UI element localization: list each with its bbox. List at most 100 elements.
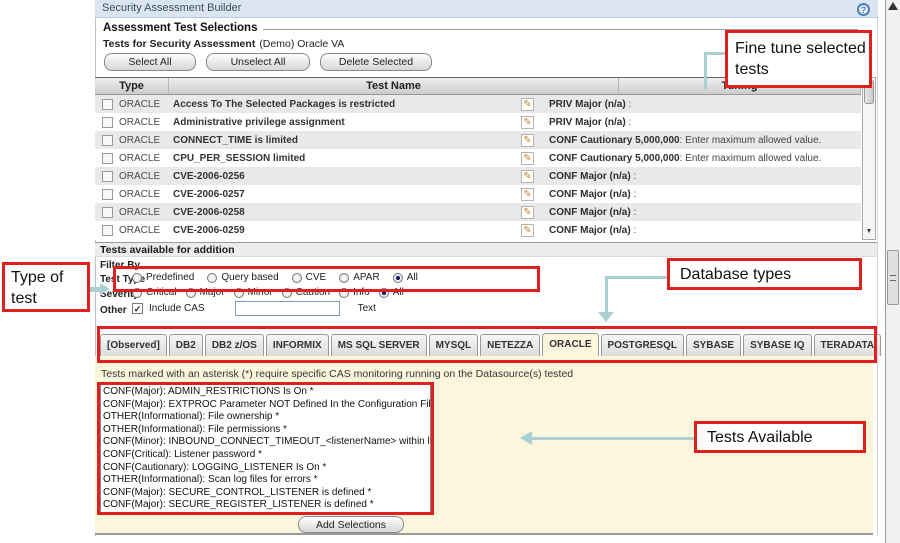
edit-tuning-icon[interactable]: ✎ bbox=[521, 206, 534, 219]
row-test-name: CPU_PER_SESSION limited bbox=[169, 153, 521, 164]
row-type: ORACLE bbox=[119, 117, 169, 128]
table-row: ORACLE Administrative privilege assignme… bbox=[95, 113, 861, 131]
table-row: ORACLE CVE-2006-0256 ✎ CONF Major (n/a) … bbox=[95, 167, 861, 185]
add-selections-button[interactable]: Add Selections bbox=[298, 516, 404, 533]
text-label: Text bbox=[358, 303, 376, 314]
include-cas-label: Include CAS bbox=[149, 303, 205, 314]
tuning-value: PRIV Major (n/a) bbox=[549, 117, 626, 128]
row-tuning: PRIV Major (n/a) : bbox=[543, 117, 861, 128]
row-type: ORACLE bbox=[119, 207, 169, 218]
row-checkbox[interactable] bbox=[102, 153, 113, 164]
row-test-name: CVE-2006-0257 bbox=[169, 189, 521, 200]
tuning-value: CONF Major (n/a) bbox=[549, 171, 631, 182]
tuning-value: CONF Major (n/a) bbox=[549, 207, 631, 218]
database-types-connector bbox=[605, 276, 608, 312]
row-test-name: CVE-2006-0258 bbox=[169, 207, 521, 218]
include-cas-checkbox[interactable]: ✓ bbox=[132, 303, 143, 314]
row-type: ORACLE bbox=[119, 135, 169, 146]
page-scrollbar-grip bbox=[890, 275, 896, 281]
table-scrollbar[interactable]: ▼ bbox=[862, 77, 876, 240]
row-tuning: PRIV Major (n/a) : bbox=[543, 99, 861, 110]
table-row: ORACLE CVE-2006-0257 ✎ CONF Major (n/a) … bbox=[95, 185, 861, 203]
edit-tuning-icon[interactable]: ✎ bbox=[521, 170, 534, 183]
row-test-name: CVE-2006-0259 bbox=[169, 225, 521, 236]
table-row: ORACLE CPU_PER_SESSION limited ✎ CONF Ca… bbox=[95, 149, 861, 167]
row-checkbox[interactable] bbox=[102, 207, 113, 218]
row-test-name: Administrative privilege assignment bbox=[169, 117, 521, 128]
tuning-value: CONF Major (n/a) bbox=[549, 189, 631, 200]
select-all-button[interactable]: Select All bbox=[104, 53, 196, 71]
annotation-box-tabs bbox=[97, 326, 877, 363]
row-checkbox[interactable] bbox=[102, 117, 113, 128]
row-type: ORACLE bbox=[119, 153, 169, 164]
table-scroll-down-icon[interactable]: ▼ bbox=[863, 226, 875, 238]
section-tests-available: Tests available for addition bbox=[95, 242, 877, 257]
edit-tuning-icon[interactable]: ✎ bbox=[521, 224, 534, 237]
window-title: Security Assessment Builder bbox=[95, 0, 878, 18]
tuning-value: PRIV Major (n/a) bbox=[549, 99, 626, 110]
annotation-database-types: Database types bbox=[667, 258, 862, 290]
table-row: ORACLE CVE-2006-0258 ✎ CONF Major (n/a) … bbox=[95, 203, 861, 221]
row-tuning: CONF Cautionary 5,000,000: Enter maximum… bbox=[543, 153, 861, 164]
row-type: ORACLE bbox=[119, 189, 169, 200]
selected-tests-table: Type Test Name Tuning ORACLE Access To T… bbox=[95, 77, 861, 240]
tuning-value: CONF Cautionary 5,000,000 bbox=[549, 135, 680, 146]
table-row: ORACLE CONNECT_TIME is limited ✎ CONF Ca… bbox=[95, 131, 861, 149]
edit-tuning-icon[interactable]: ✎ bbox=[521, 98, 534, 111]
tuning-value: CONF Major (n/a) bbox=[549, 225, 631, 236]
tuning-desc: : bbox=[631, 225, 637, 236]
tests-available-connector bbox=[532, 437, 694, 440]
other-label: Other bbox=[100, 305, 127, 316]
tuning-desc: : bbox=[626, 117, 632, 128]
cas-note: Tests marked with an asterisk (*) requir… bbox=[101, 368, 573, 380]
row-tuning: CONF Major (n/a) : bbox=[543, 207, 861, 218]
annotation-box-list bbox=[97, 382, 434, 515]
table-row: ORACLE Access To The Selected Packages i… bbox=[95, 95, 861, 113]
tuning-desc: : bbox=[631, 189, 637, 200]
row-type: ORACLE bbox=[119, 171, 169, 182]
row-checkbox[interactable] bbox=[102, 135, 113, 146]
row-test-name: CONNECT_TIME is limited bbox=[169, 135, 521, 146]
subtitle-rest: (Demo) Oracle VA bbox=[259, 38, 344, 50]
help-icon[interactable]: ? bbox=[857, 3, 870, 16]
annotation-tests-available: Tests Available bbox=[694, 421, 866, 453]
fine-tune-connector bbox=[704, 52, 725, 55]
row-tuning: CONF Cautionary 5,000,000: Enter maximum… bbox=[543, 135, 861, 146]
page-scroll-up-icon[interactable] bbox=[888, 2, 898, 10]
annotation-fine-tune: Fine tune selected tests bbox=[725, 30, 872, 88]
other-row: ✓ Include CAS Text bbox=[132, 301, 340, 316]
subtitle-bold: Tests for Security Assessment bbox=[103, 38, 255, 50]
section-title: Assessment Test Selections bbox=[103, 22, 257, 34]
database-types-arrowhead-icon bbox=[598, 312, 614, 322]
tuning-value: CONF Cautionary 5,000,000 bbox=[549, 153, 680, 164]
unselect-all-button[interactable]: Unselect All bbox=[206, 53, 310, 71]
row-checkbox[interactable] bbox=[102, 171, 113, 182]
row-type: ORACLE bbox=[119, 99, 169, 110]
edit-tuning-icon[interactable]: ✎ bbox=[521, 134, 534, 147]
row-tuning: CONF Major (n/a) : bbox=[543, 189, 861, 200]
tuning-desc: : bbox=[626, 99, 632, 110]
row-test-name: CVE-2006-0256 bbox=[169, 171, 521, 182]
tuning-desc: : bbox=[631, 207, 637, 218]
filter-text-input[interactable] bbox=[235, 301, 340, 316]
row-tuning: CONF Major (n/a) : bbox=[543, 171, 861, 182]
edit-tuning-icon[interactable]: ✎ bbox=[521, 152, 534, 165]
fine-tune-connector bbox=[704, 52, 707, 89]
col-type: Type bbox=[95, 78, 169, 94]
annotation-box-test-type-row bbox=[113, 266, 540, 292]
row-checkbox[interactable] bbox=[102, 225, 113, 236]
tuning-desc: : Enter maximum allowed value. bbox=[680, 135, 822, 146]
edit-tuning-icon[interactable]: ✎ bbox=[521, 116, 534, 129]
tuning-desc: : bbox=[631, 171, 637, 182]
edit-tuning-icon[interactable]: ✎ bbox=[521, 188, 534, 201]
col-test-name: Test Name bbox=[169, 78, 619, 94]
row-type: ORACLE bbox=[119, 225, 169, 236]
page-scrollbar[interactable] bbox=[885, 0, 900, 543]
row-checkbox[interactable] bbox=[102, 99, 113, 110]
selection-buttons: Select All Unselect All Delete Selected bbox=[104, 53, 432, 71]
row-test-name: Access To The Selected Packages is restr… bbox=[169, 99, 521, 110]
row-checkbox[interactable] bbox=[102, 189, 113, 200]
delete-selected-button[interactable]: Delete Selected bbox=[320, 53, 432, 71]
table-row: ORACLE CVE-2006-0259 ✎ CONF Major (n/a) … bbox=[95, 221, 861, 239]
annotation-type-of-test: Type of test bbox=[2, 262, 90, 312]
